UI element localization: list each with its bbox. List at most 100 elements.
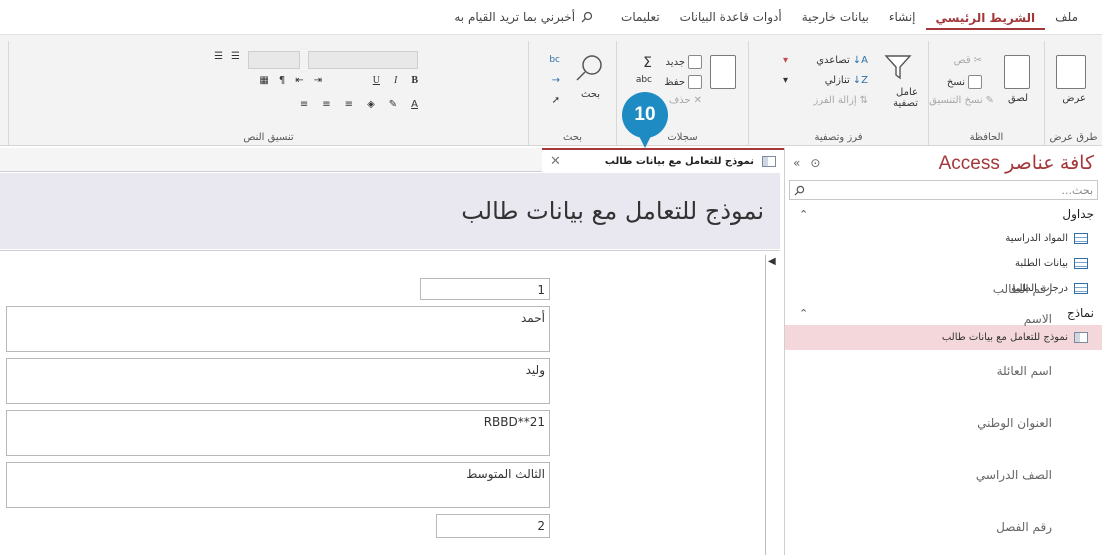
goto-button[interactable]: → bbox=[552, 75, 560, 86]
selection-icon: ▾ bbox=[782, 55, 788, 66]
format-painter-button[interactable]: ✎ نسخ التنسيق bbox=[929, 95, 994, 106]
nav-item-table[interactable]: المواد الدراسية bbox=[785, 226, 1102, 251]
tell-me-box[interactable]: أخبرني بما تريد القيام به bbox=[454, 10, 593, 24]
group-find-label: بحث bbox=[562, 132, 583, 143]
totals-button[interactable]: Σ bbox=[643, 55, 652, 71]
tab-external-data[interactable]: بيانات خارجية bbox=[792, 4, 879, 30]
descending-label: تنازلي bbox=[824, 75, 850, 86]
font-size-combo[interactable] bbox=[248, 51, 300, 69]
underline-icon[interactable]: U bbox=[373, 75, 380, 86]
brush-icon: ✎ bbox=[985, 95, 994, 106]
tab-create[interactable]: إنشاء bbox=[879, 4, 926, 30]
view-icon[interactable] bbox=[1056, 55, 1086, 89]
tab-help[interactable]: تعليمات bbox=[611, 4, 670, 30]
tab-file[interactable]: ملف bbox=[1045, 4, 1088, 30]
student-id-field[interactable]: 1 bbox=[420, 278, 550, 300]
cut-button[interactable]: ✂ قص bbox=[954, 55, 982, 66]
view-button-label[interactable]: عرض bbox=[1062, 93, 1086, 104]
table-icon bbox=[1074, 233, 1088, 244]
record-selector-arrow-icon[interactable]: ◀ bbox=[768, 256, 776, 267]
ribbon: عرض طرق عرض لصق ✂ قص نسخ ✎ نسخ التنسيق الح… bbox=[0, 34, 1102, 146]
bullets-icon[interactable]: ☰ bbox=[231, 51, 240, 62]
bold-icon[interactable]: B bbox=[411, 75, 418, 86]
outdent-icon[interactable]: ⇤ bbox=[295, 75, 303, 86]
nav-item-label: بيانات الطلبة bbox=[1015, 258, 1068, 269]
font-style-row: U I B bbox=[373, 75, 418, 86]
align-right-icon[interactable]: ≡ bbox=[345, 99, 353, 110]
nav-section-tables[interactable]: جداول ⌃ bbox=[785, 202, 1102, 226]
sort-ascending-button[interactable]: A↓ تصاعدي bbox=[816, 55, 868, 66]
selection-filter-button[interactable]: ▾ bbox=[783, 55, 788, 66]
font-name-combo[interactable] bbox=[308, 51, 418, 69]
find-button[interactable]: بحث bbox=[581, 89, 600, 100]
form-header: نموذج للتعامل مع بيانات طالب bbox=[0, 173, 780, 249]
grade-field[interactable]: الثالث المتوسط bbox=[6, 462, 550, 508]
group-text-formatting-label: تنسيق النص bbox=[243, 132, 294, 143]
paste-icon[interactable] bbox=[1004, 55, 1030, 89]
field-label-last-name: اسم العائلة bbox=[996, 364, 1052, 378]
align-left-icon[interactable]: ≡ bbox=[300, 99, 308, 110]
chevron-up-icon: ⌃ bbox=[799, 207, 809, 221]
nav-controls: « ⊙ bbox=[793, 156, 820, 170]
numbering-icon[interactable]: ☰ bbox=[214, 51, 223, 62]
filter-icon[interactable] bbox=[884, 53, 912, 81]
nav-menu-icon[interactable]: ⊙ bbox=[810, 156, 820, 170]
navigation-pane: كافة عناصر Access « ⊙ بحث... جداول ⌃ الم… bbox=[784, 148, 1102, 555]
new-record-icon bbox=[688, 55, 702, 69]
advanced-filter-icon: ▾ bbox=[782, 75, 788, 86]
paste-button[interactable]: لصق bbox=[1008, 93, 1028, 104]
group-find: بحث bc → ➚ بحث bbox=[528, 41, 616, 145]
advanced-filter-button[interactable]: ▾ bbox=[783, 75, 788, 86]
copy-button[interactable]: نسخ bbox=[947, 75, 982, 89]
highlight-icon[interactable]: ✎ bbox=[389, 99, 397, 110]
filter-button[interactable]: عامل تصفية bbox=[878, 87, 918, 109]
remove-sort-button[interactable]: ⇅ إزالة الفرز bbox=[813, 95, 868, 106]
list-row: ☰ ☰ bbox=[214, 51, 240, 62]
replace-button[interactable]: bc bbox=[549, 55, 560, 65]
align-center-icon[interactable]: ≡ bbox=[322, 99, 330, 110]
copy-icon bbox=[968, 75, 982, 89]
nav-item-form[interactable]: نموذج للتعامل مع بيانات طالب bbox=[785, 325, 1102, 350]
scissors-icon: ✂ bbox=[973, 55, 982, 66]
new-record-button[interactable]: جديد bbox=[666, 55, 702, 69]
record-selector-divider bbox=[765, 255, 766, 555]
font-color-icon[interactable]: A bbox=[411, 99, 418, 110]
nav-search-input[interactable]: بحث... bbox=[789, 180, 1098, 200]
document-tab[interactable]: نموذج للتعامل مع بيانات طالب ✕ bbox=[542, 148, 784, 172]
indent-icon[interactable]: ⇥ bbox=[314, 75, 322, 86]
first-name-field[interactable]: أحمد bbox=[6, 306, 550, 352]
delete-record-button[interactable]: ✕ حذف bbox=[669, 95, 702, 106]
group-sort-filter-label: فرز وتصفية bbox=[814, 132, 863, 143]
rtl-icon[interactable]: ¶ bbox=[279, 75, 285, 86]
fill-color-icon[interactable]: ◈ bbox=[367, 99, 375, 110]
collapse-pane-icon[interactable]: « bbox=[793, 156, 800, 170]
format-painter-label: نسخ التنسيق bbox=[929, 95, 983, 106]
tab-database-tools[interactable]: أدوات قاعدة البيانات bbox=[670, 4, 792, 30]
sort-descending-button[interactable]: Z↓ تنازلي bbox=[825, 75, 868, 86]
table-icon bbox=[1074, 283, 1088, 294]
document-tab-label: نموذج للتعامل مع بيانات طالب bbox=[604, 155, 754, 167]
italic-icon[interactable]: I bbox=[394, 75, 397, 86]
save-record-button[interactable]: حفظ bbox=[664, 75, 702, 89]
last-name-field[interactable]: وليد bbox=[6, 358, 550, 404]
tab-home[interactable]: الشريط الرئيسي bbox=[925, 5, 1046, 30]
sort-descending-icon: Z↓ bbox=[852, 75, 868, 86]
ascending-label: تصاعدي bbox=[816, 55, 850, 66]
national-address-field[interactable]: RBBD**21 bbox=[6, 410, 550, 456]
callout-badge: 10 bbox=[622, 92, 668, 138]
document-tab-bar: نموذج للتعامل مع بيانات طالب ✕ bbox=[0, 148, 784, 172]
nav-item-table[interactable]: بيانات الطلبة bbox=[785, 251, 1102, 276]
class-number-field[interactable]: 2 bbox=[436, 514, 550, 538]
color-row: A ✎ ◈ ≡ ≡ ≡ bbox=[300, 99, 418, 110]
close-icon[interactable]: ✕ bbox=[550, 154, 561, 169]
nav-item-label: نموذج للتعامل مع بيانات طالب bbox=[941, 332, 1068, 343]
delete-icon: ✕ bbox=[693, 95, 702, 106]
refresh-icon[interactable] bbox=[710, 55, 736, 89]
field-label-first-name: الاسم bbox=[1023, 312, 1052, 326]
spelling-button[interactable]: abc bbox=[636, 75, 652, 85]
gridlines-icon[interactable]: ▦ bbox=[259, 75, 268, 86]
find-icon[interactable] bbox=[574, 53, 604, 83]
select-button[interactable]: ➚ bbox=[552, 95, 560, 106]
ribbon-tabs: ملف الشريط الرئيسي إنشاء بيانات خارجية أ… bbox=[0, 0, 1102, 34]
group-clipboard: لصق ✂ قص نسخ ✎ نسخ التنسيق الحافظة bbox=[928, 41, 1044, 145]
